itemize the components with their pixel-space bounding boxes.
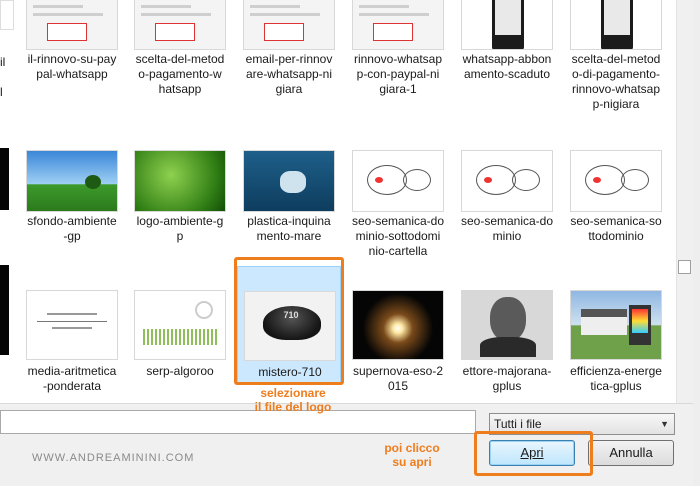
file-thumbnail [134,150,226,212]
file-item[interactable]: seo-semanica-do minio [455,148,559,248]
file-name: seo-semanica-do minio-sottodomi nio-cartel… [351,214,445,258]
file-thumbnail [134,290,226,360]
file-thumbnail [352,0,444,50]
file-thumbnail [243,150,335,212]
file-thumbnail [26,150,118,212]
highlight-selected-file [234,257,344,385]
watermark: WWW.ANDREAMININI.COM [32,452,195,464]
file-item[interactable]: rinnovo-whatsap p-con-paypal-ni giara-1 [346,0,450,101]
file-name: serp-algoroo [146,364,214,378]
partial-label-1: il [0,55,6,69]
file-thumbnail [352,290,444,360]
partial-file-label[interactable]: il l [0,55,5,100]
file-item[interactable]: whatsapp-abbon amento-scaduto [455,0,559,86]
file-name: seo-semanica-do minio [460,214,554,243]
file-item[interactable]: media-aritmetica -ponderata [20,266,124,398]
file-name: logo-ambiente-g p [136,214,224,243]
file-thumbnail [26,0,118,50]
file-name: scelta-del-metod o-pagamento-w hatsapp [135,52,225,96]
file-thumbnail [352,150,444,212]
vertical-scrollbar[interactable] [676,0,693,403]
partial-thumb[interactable] [0,148,9,210]
file-name: ettore-majorana-gplus [462,364,552,393]
partial-thumb[interactable] [0,0,14,30]
file-type-value: Tutti i file [494,417,542,431]
file-item[interactable]: scelta-del-metod o-pagamento-w hatsapp [128,0,232,101]
annotation-click-open: poi clicco su apri [384,441,440,469]
file-name: efficienza-energe tica-gplus [570,364,662,393]
highlight-open-button [474,431,593,476]
window-edge [693,0,700,486]
file-name: scelta-del-metod o-di-pagamento-rinnovo-w… [571,52,661,111]
file-item[interactable]: email-per-rinnov are-whatsapp-ni giara [237,0,341,101]
partial-label-2: l [0,85,3,99]
file-name: plastica-inquina mento-mare [247,214,331,243]
file-name: seo-semanica-so ttodominio [570,214,662,243]
file-thumbnail [570,150,662,212]
file-item[interactable]: il-rinnovo-su-pay pal-whatsapp [20,0,124,86]
file-item[interactable]: serp-algoroo [128,266,232,383]
file-name: il-rinnovo-su-pay pal-whatsapp [27,52,117,81]
file-name: whatsapp-abbon amento-scaduto [462,52,552,81]
chevron-down-icon: ▼ [660,419,669,429]
file-item[interactable]: scelta-del-metod o-di-pagamento-rinnovo-w… [564,0,668,116]
file-item[interactable]: seo-semanica-do minio-sottodomi nio-cartel… [346,148,450,263]
file-thumbnail [461,150,553,212]
file-thumbnail [461,0,553,50]
file-name: supernova-eso-2 015 [352,364,444,393]
file-item[interactable]: sfondo-ambiente -gp [20,148,124,248]
file-thumbnail [570,0,662,50]
file-thumbnail [243,0,335,50]
scrollbar-thumb[interactable] [678,260,691,274]
cancel-button[interactable]: Annulla [588,440,674,466]
partial-thumb[interactable] [0,265,9,355]
file-thumbnail [134,0,226,50]
file-item[interactable]: logo-ambiente-g p [128,148,232,248]
file-thumbnail [570,290,662,360]
file-item[interactable]: ettore-majorana-gplus [455,266,559,398]
file-thumbnail [461,290,553,360]
file-name: email-per-rinnov are-whatsapp-ni giara [245,52,333,96]
file-name: sfondo-ambiente -gp [27,214,117,243]
file-name: rinnovo-whatsap p-con-paypal-ni giara-1 [353,52,443,96]
file-item[interactable]: supernova-eso-2 015 [346,266,450,398]
file-item[interactable]: plastica-inquina mento-mare [237,148,341,248]
file-name: media-aritmetica -ponderata [27,364,117,393]
file-item[interactable]: seo-semanica-so ttodominio [564,148,668,248]
annotation-select-file: selezionare il file del logo [254,386,332,414]
file-item[interactable]: efficienza-energe tica-gplus [564,266,668,398]
file-thumbnail [26,290,118,360]
